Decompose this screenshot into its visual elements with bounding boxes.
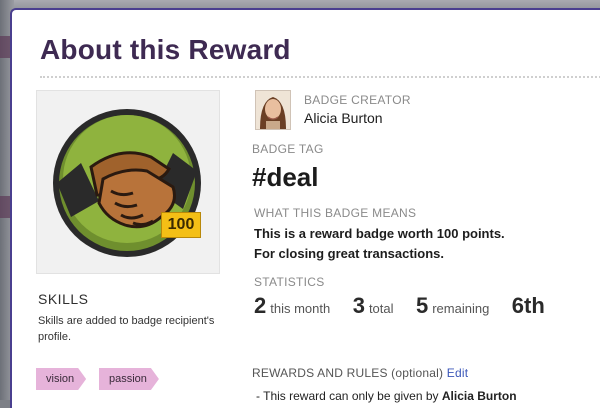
meaning-text: This is a reward badge worth 100 points.… [254, 224, 505, 264]
points-tag: 100 [161, 212, 201, 238]
rule-item-text: - This reward can only be given by [256, 389, 439, 403]
title-divider [40, 76, 600, 78]
badge-tag-label: BADGE TAG [252, 142, 324, 156]
skill-tag-passion[interactable]: passion [99, 368, 159, 390]
statistics-row: 2 this month 3 total 5 remaining 6th [254, 293, 545, 319]
meaning-label: WHAT THIS BADGE MEANS [254, 206, 417, 220]
stat-rank: 6th [511, 293, 545, 318]
background-swatch [0, 196, 10, 218]
badge-tag-value: #deal [252, 162, 319, 192]
modal-title: About this Reward [40, 34, 291, 65]
background-swatch [0, 36, 10, 58]
stat-remaining-value: 5 [415, 293, 429, 318]
statistics-label: STATISTICS [254, 275, 325, 289]
meaning-line-2: For closing great transactions. [254, 246, 444, 261]
meaning-line-1: This is a reward badge worth 100 points. [254, 226, 505, 241]
badge-image-panel: 100 [36, 90, 220, 274]
handshake-icon [53, 109, 201, 257]
skill-tag-vision[interactable]: vision [36, 368, 86, 390]
reward-modal: About this Reward 100 SKILLS Skills are … [10, 8, 600, 408]
stat-remaining-unit: remaining [432, 301, 490, 316]
rules-label: REWARDS AND RULES (optional) [252, 366, 444, 380]
stat-month-value: 2 [254, 293, 267, 318]
avatar [255, 90, 291, 130]
rule-item: - This reward can only be given by Alici… [256, 389, 517, 403]
stat-total-unit: total [368, 301, 394, 316]
rules-heading: REWARDS AND RULES (optional) Edit [252, 366, 468, 380]
creator-name: Alicia Burton [304, 110, 383, 126]
rule-item-name: Alicia Burton [441, 389, 517, 403]
rules-edit-link[interactable]: Edit [447, 366, 468, 380]
skills-heading: SKILLS [38, 291, 89, 307]
skills-description: Skills are added to badge recipient's pr… [38, 315, 215, 343]
creator-label: BADGE CREATOR [304, 93, 411, 107]
stat-total-value: 3 [352, 293, 365, 318]
stat-month-unit: this month [270, 301, 331, 316]
